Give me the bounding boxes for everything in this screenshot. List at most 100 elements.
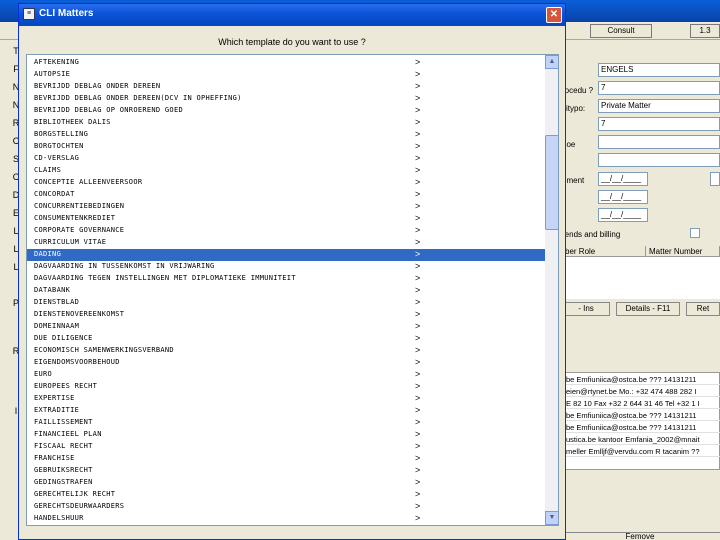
template-item[interactable]: ECONOMISCH SAMENWERKINGSVERBAND >: [27, 345, 545, 357]
template-item-label: BORGSTELLING: [34, 130, 89, 138]
contact-row[interactable]: E 82 10 Fax +32 2 644 31 46 Tel +32 1 I: [563, 398, 720, 409]
template-item[interactable]: CONCORDAT >: [27, 189, 545, 201]
template-item[interactable]: GERECHTELIJK RECHT >: [27, 489, 545, 501]
close-icon[interactable]: ✕: [546, 7, 562, 23]
template-item[interactable]: HANDELSZAKEN>: [27, 525, 545, 526]
template-item[interactable]: FISCAAL RECHT >: [27, 441, 545, 453]
scroll-down-icon[interactable]: ▼: [545, 511, 558, 525]
template-item[interactable]: FINANCIEEL PLAN >: [27, 429, 545, 441]
template-item[interactable]: EXTRADITIE >: [27, 405, 545, 417]
template-item-label: BEVRIJDD DEBLAG ONDER DEREEN(DCV IN OPHE…: [34, 94, 242, 102]
template-item[interactable]: GEBRUIKSRECHT >: [27, 465, 545, 477]
template-item[interactable]: AUTOPSIE >: [27, 69, 545, 81]
template-item[interactable]: CLAIMS >: [27, 165, 545, 177]
template-item[interactable]: FRANCHISE >: [27, 453, 545, 465]
submenu-arrow-icon: >: [415, 69, 421, 79]
contacts-list[interactable]: be Emfiuniica@ostca.be ??? 14131211 eien…: [562, 372, 720, 470]
template-item[interactable]: DIENSTENOVEREENKOMST >: [27, 309, 545, 321]
template-item-label: BEVRIJDD DEBLAG ONDER DEREEN: [34, 82, 161, 90]
date-field[interactable]: __/__/____: [598, 208, 648, 222]
dialog-titlebar[interactable]: ≡ CLI Matters ✕: [19, 4, 565, 26]
template-item[interactable]: FAILLISSEMENT >: [27, 417, 545, 429]
tab-ins[interactable]: - Ins: [562, 302, 610, 316]
submenu-arrow-icon: >: [415, 285, 421, 295]
template-item[interactable]: HANDELSHUUR >: [27, 513, 545, 525]
form-field[interactable]: 7: [598, 117, 720, 131]
template-item[interactable]: GERECHTSDEURWAARDERS >: [27, 501, 545, 513]
submenu-arrow-icon: >: [415, 333, 421, 343]
form-field[interactable]: [598, 135, 720, 149]
contact-row[interactable]: eien@rtynet.be Mo.: +32 474 488 282 I: [563, 386, 720, 397]
submenu-arrow-icon: >: [415, 153, 421, 163]
template-item[interactable]: GEDINGSTRAFEN >: [27, 477, 545, 489]
template-item[interactable]: EURO >: [27, 369, 545, 381]
template-item[interactable]: BIBLIOTHEEK DALIS >: [27, 117, 545, 129]
template-item[interactable]: CORPORATE GOVERNANCE >: [27, 225, 545, 237]
template-item-label: DIENSTBLAD: [34, 298, 80, 306]
submenu-arrow-icon: >: [415, 273, 421, 283]
template-item[interactable]: DIENSTBLAD >: [27, 297, 545, 309]
submenu-arrow-icon: >: [415, 405, 421, 415]
template-item[interactable]: EIGENDOMSVOORBEHOUD >: [27, 357, 545, 369]
date-field[interactable]: __/__/____: [598, 190, 648, 204]
template-item[interactable]: CONCEPTIE ALLEENVEERSOOR >: [27, 177, 545, 189]
template-item[interactable]: DAGVAARDING TEGEN INSTELLINGEN MET DIPLO…: [27, 273, 545, 285]
template-item-label: CLAIMS: [34, 166, 62, 174]
scroll-up-icon[interactable]: ▲: [545, 55, 558, 69]
submenu-arrow-icon: >: [415, 105, 421, 115]
template-item[interactable]: CURRICULUM VITAE >: [27, 237, 545, 249]
toolbar-button-2[interactable]: 1.3: [690, 24, 720, 38]
template-list[interactable]: AFTEKENING > AUTOPSIE > BEVRIJDD DEBLAG ONDE…: [26, 54, 559, 526]
submenu-arrow-icon: >: [415, 189, 421, 199]
template-item[interactable]: DOMEINNAAM >: [27, 321, 545, 333]
template-item[interactable]: BORGTOCHTEN >: [27, 141, 545, 153]
roles-grid[interactable]: [562, 257, 720, 299]
template-item-label: CURRICULUM VITAE: [34, 238, 107, 246]
template-item[interactable]: DADING >: [27, 249, 545, 261]
scrollbar-thumb[interactable]: [545, 135, 558, 230]
template-item-label: DAGVAARDING IN TUSSENKOMST IN VRIJWARING: [34, 262, 215, 270]
tab-ret[interactable]: Ret: [686, 302, 720, 316]
vertical-scrollbar[interactable]: ▲ ▼: [545, 55, 558, 525]
name-field[interactable]: ENGELS: [598, 63, 720, 77]
grid-column-role[interactable]: ber Role: [562, 246, 646, 257]
submenu-arrow-icon: >: [415, 237, 421, 247]
contact-row[interactable]: be Emfiuniica@ostca.be ??? 14131211: [563, 374, 720, 385]
contact-row[interactable]: meller Emlljf@vervdu.com R tacanim ??: [563, 446, 720, 457]
template-item-label: AUTOPSIE: [34, 70, 71, 78]
submenu-arrow-icon: >: [415, 441, 421, 451]
template-item[interactable]: BEVRIJDD DEBLAG ONDER DEREEN(DCV IN OPHE…: [27, 93, 545, 105]
remove-button[interactable]: Femove: [560, 532, 720, 540]
contact-row[interactable]: ustica.be kantoor Emfania_2002@mnait: [563, 434, 720, 445]
contact-row[interactable]: be Emfiuniica@ostca.be ??? 14131211: [563, 422, 720, 433]
matter-type-field[interactable]: Private Matter: [598, 99, 720, 113]
template-item[interactable]: DATABANK >: [27, 285, 545, 297]
form-field[interactable]: [598, 153, 720, 167]
consult-button[interactable]: Consult: [590, 24, 652, 38]
template-item[interactable]: AFTEKENING >: [27, 57, 545, 69]
template-item-label: CORPORATE GOVERNANCE: [34, 226, 125, 234]
submenu-arrow-icon: >: [415, 249, 421, 259]
tab-details[interactable]: Details - F11: [616, 302, 680, 316]
template-item[interactable]: EUROPEES RECHT >: [27, 381, 545, 393]
template-item[interactable]: BORGSTELLING >: [27, 129, 545, 141]
template-item[interactable]: CONSUMENTENKREDIET >: [27, 213, 545, 225]
date-field[interactable]: __/__/____: [598, 172, 648, 186]
template-item-label: GERECHTELIJK RECHT: [34, 490, 116, 498]
submenu-arrow-icon: >: [415, 213, 421, 223]
template-item[interactable]: BEVRIJDD DEBLAG OP ONROEREND GOED >: [27, 105, 545, 117]
grid-column-matter-number[interactable]: Matter Number: [646, 246, 720, 257]
template-item[interactable]: DAGVAARDING IN TUSSENKOMST IN VRIJWARING…: [27, 261, 545, 273]
template-item[interactable]: CD-VERSLAG >: [27, 153, 545, 165]
contact-row[interactable]: be Emfiuniica@ostca.be ??? 14131211: [563, 410, 720, 421]
template-item-label: CONCEPTIE ALLEENVEERSOOR: [34, 178, 143, 186]
procedure-field[interactable]: 7: [598, 81, 720, 95]
template-item[interactable]: CONCURRENTIEBEDINGEN >: [27, 201, 545, 213]
template-item-label: CONCORDAT: [34, 190, 75, 198]
template-item[interactable]: DUE DILIGENCE >: [27, 333, 545, 345]
side-field[interactable]: [710, 172, 720, 186]
billing-checkbox[interactable]: [690, 228, 700, 238]
template-item[interactable]: BEVRIJDD DEBLAG ONDER DEREEN >: [27, 81, 545, 93]
template-item[interactable]: EXPERTISE >: [27, 393, 545, 405]
submenu-arrow-icon: >: [415, 261, 421, 271]
